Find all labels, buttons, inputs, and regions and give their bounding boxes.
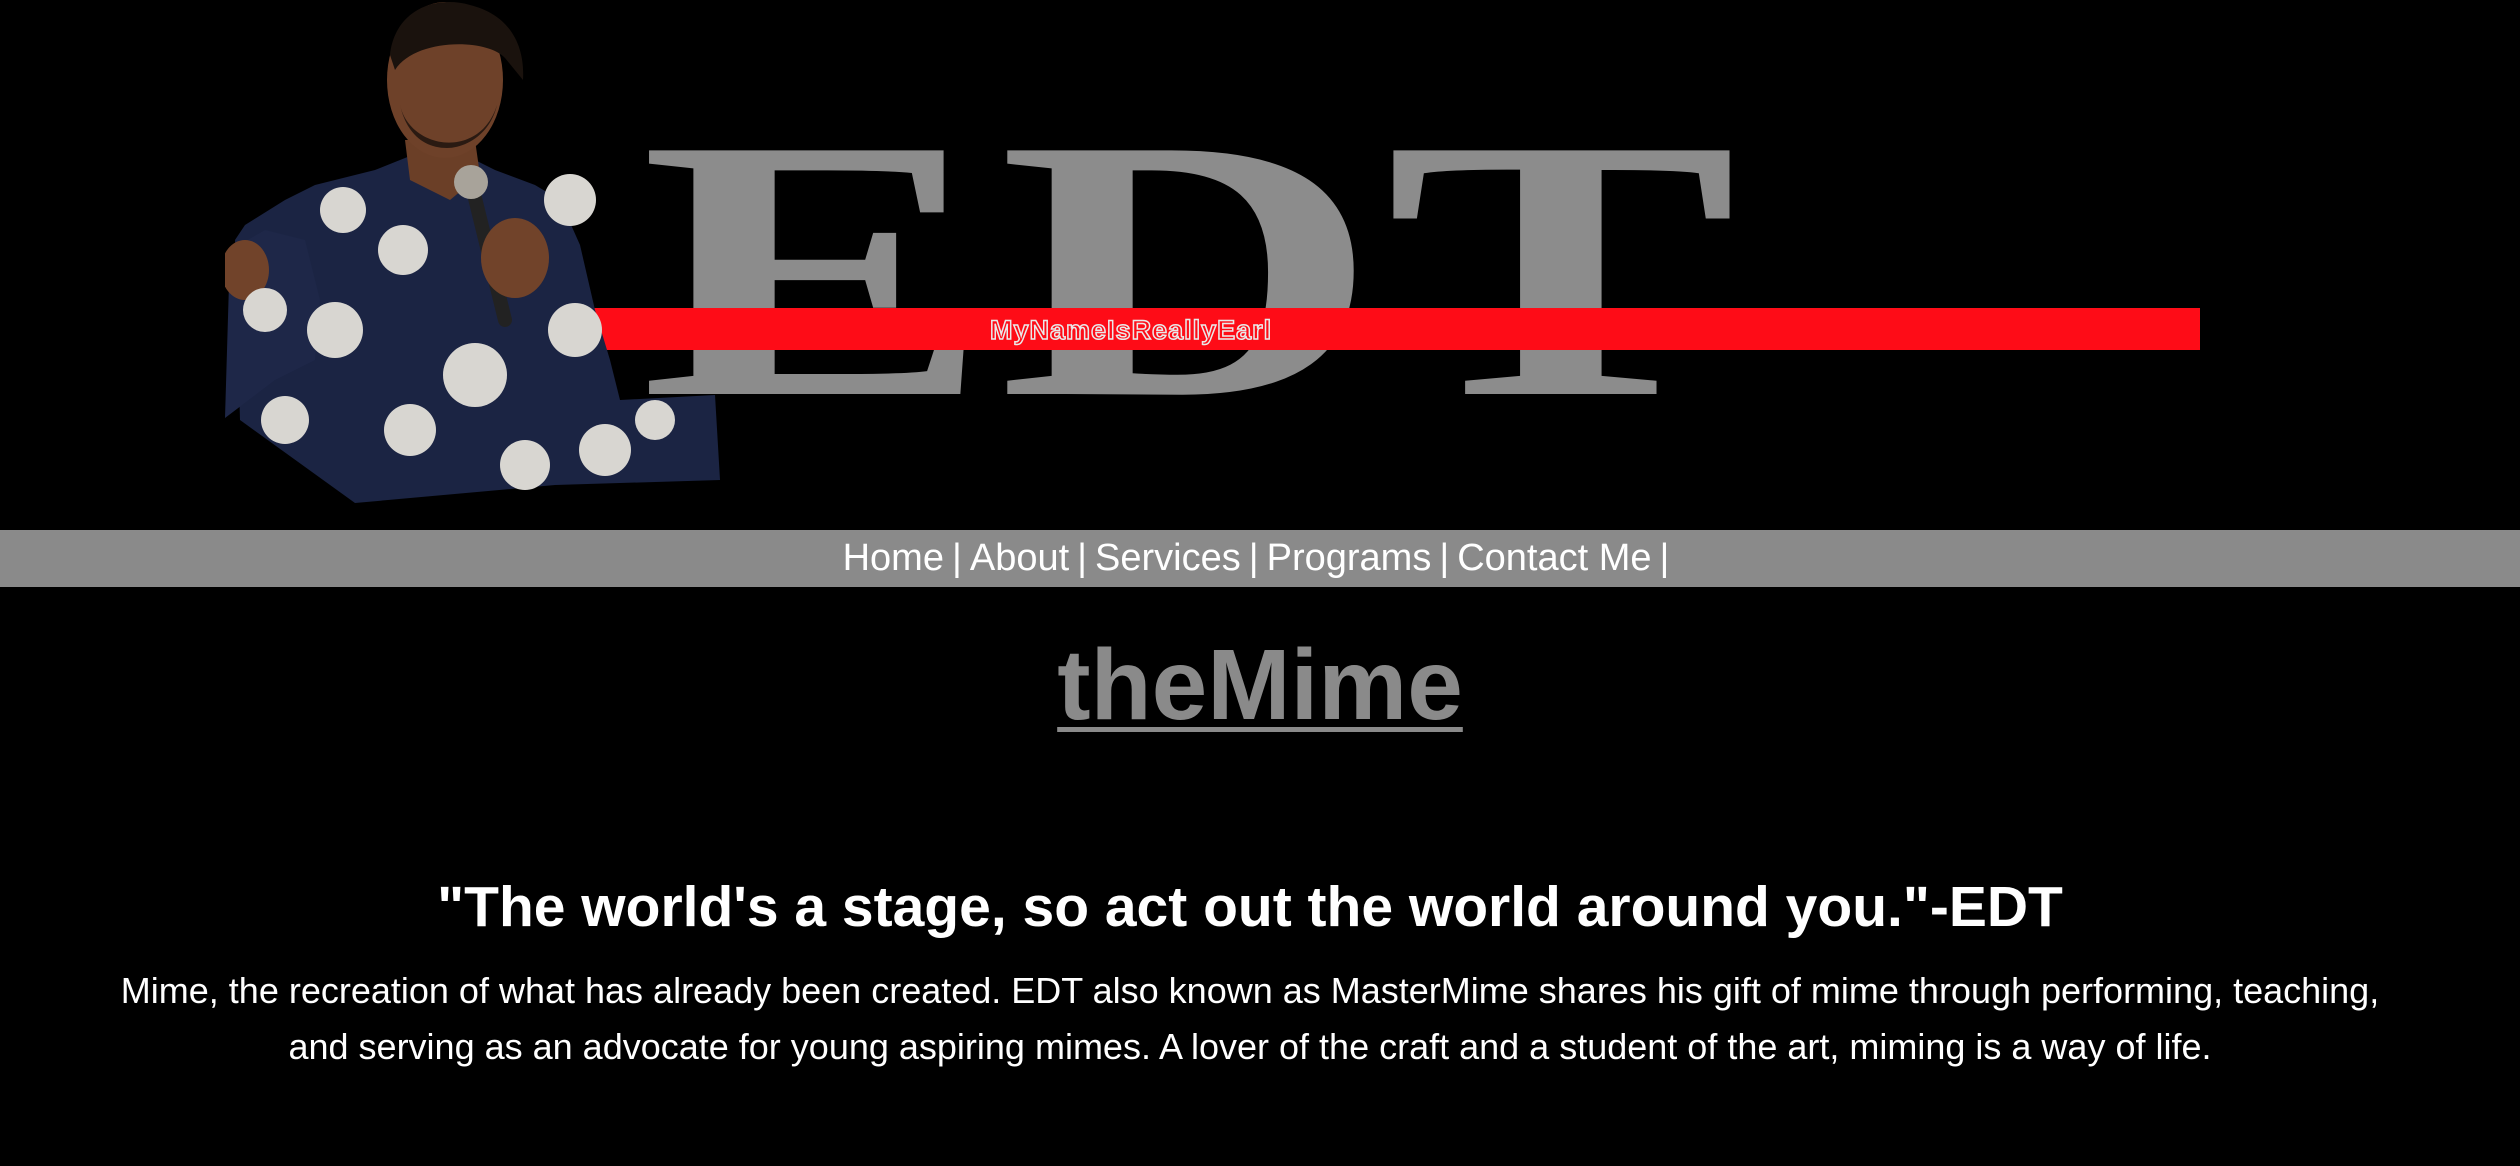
quote-heading: "The world's a stage, so act out the wor… <box>437 875 2063 939</box>
nav-programs-link[interactable]: Programs <box>1267 537 1432 579</box>
logo-tagline: MyNameIsReallyEarl <box>989 314 1273 346</box>
nav-separator: | <box>1659 537 1670 579</box>
performer-photo <box>225 2 720 503</box>
nav-services-link[interactable]: Services <box>1095 537 1241 579</box>
photo-mic-head <box>454 165 488 199</box>
page-title-link[interactable]: theMime <box>1057 629 1463 741</box>
about-text-line-1: Mime, the recreation of what has already… <box>120 970 2380 1011</box>
logo-letters: EDT <box>640 64 1744 475</box>
about-paragraph: Mime, the recreation of what has already… <box>0 963 2520 1075</box>
photo-hand <box>481 218 549 298</box>
nav-contact-link[interactable]: Contact Me <box>1457 537 1651 579</box>
nav-home-link[interactable]: Home <box>843 537 944 579</box>
nav-about-link[interactable]: About <box>970 537 1069 579</box>
nav-separator: | <box>1439 537 1450 579</box>
nav-separator: | <box>951 537 962 579</box>
header-banner: EDT MyNameIsReallyEarl <box>0 0 2520 530</box>
page-title: theMime <box>0 620 2520 750</box>
main-nav: Home | About | Services | Programs | Contact Me | <box>0 530 2520 587</box>
about-text-line-2: and serving as an advocate for young asp… <box>288 1026 2212 1067</box>
nav-separator: | <box>1077 537 1088 579</box>
nav-separator: | <box>1248 537 1259 579</box>
